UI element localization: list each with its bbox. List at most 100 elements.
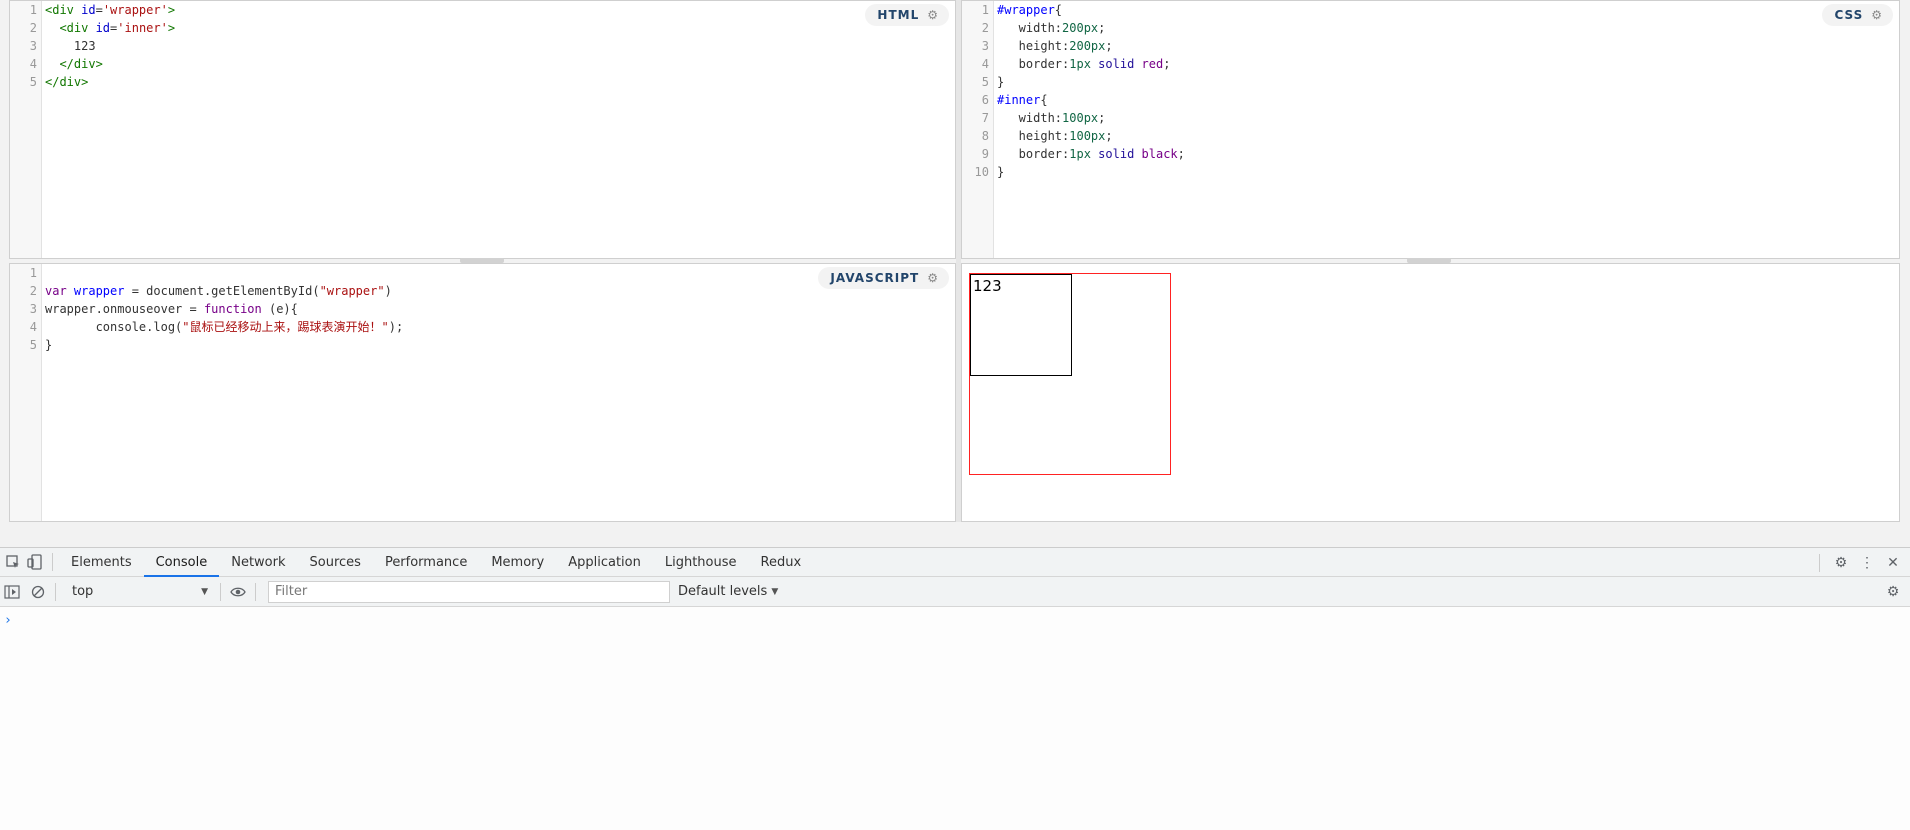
code-line[interactable]: 1 [10, 264, 955, 282]
code-line[interactable]: 5 </div> [10, 73, 955, 91]
tab-redux[interactable]: Redux [749, 548, 814, 577]
code-text[interactable]: } [45, 336, 52, 354]
gear-icon[interactable]: ⚙ [927, 8, 939, 22]
device-toolbar-icon[interactable] [24, 551, 46, 573]
tab-application[interactable]: Application [556, 548, 653, 577]
settings-gear-icon[interactable]: ⚙ [1830, 552, 1852, 574]
code-line[interactable]: 1 #wrapper{ [962, 1, 1899, 19]
code-line[interactable]: 8 height:100px; [962, 127, 1899, 145]
code-text[interactable]: #inner{ [997, 91, 1048, 109]
filter-input[interactable] [269, 581, 669, 602]
code-token: height: [997, 129, 1070, 143]
preview-inner-box[interactable]: 123 [970, 274, 1072, 376]
context-selector[interactable]: top ▼ [66, 581, 214, 603]
code-line[interactable]: 6 #inner{ [962, 91, 1899, 109]
code-line[interactable]: 4 console.log("鼠标已经移动上来，踢球表演开始！"); [10, 318, 955, 336]
code-token: = document.getElementById( [124, 284, 320, 298]
code-text[interactable]: width:100px; [997, 109, 1106, 127]
code-text[interactable]: height:200px; [997, 37, 1113, 55]
code-token: width: [997, 21, 1063, 35]
code-line[interactable]: 4 </div> [10, 55, 955, 73]
code-line[interactable]: 5} [10, 336, 955, 354]
console-settings-icon[interactable]: ⚙ [1882, 581, 1904, 603]
line-number: 4 [29, 57, 37, 71]
code-text[interactable]: <div id='wrapper'> [45, 1, 175, 19]
code-line[interactable]: 1 <div id='wrapper'> [10, 1, 955, 19]
preview-wrapper-box[interactable]: 123 [969, 273, 1171, 475]
toolbar-divider [55, 582, 56, 601]
code-text[interactable]: #wrapper{ [997, 1, 1062, 19]
javascript-settings-badge[interactable]: JAVASCRIPT ⚙ [818, 267, 949, 289]
tab-elements[interactable]: Elements [59, 548, 144, 577]
code-line[interactable]: 4 border:1px solid red; [962, 55, 1899, 73]
tab-lighthouse[interactable]: Lighthouse [653, 548, 749, 577]
code-line[interactable]: 5} [962, 73, 1899, 91]
code-text[interactable]: } [997, 73, 1004, 91]
inspect-element-icon[interactable] [2, 551, 24, 573]
code-token: } [997, 75, 1005, 89]
code-token: ; [1163, 57, 1171, 71]
right-resize-handle[interactable] [1407, 258, 1451, 263]
code-text[interactable]: 123 [45, 37, 96, 55]
code-text[interactable]: <div id='inner'> [45, 19, 175, 37]
code-token: ; [1098, 21, 1106, 35]
css-label: CSS [1834, 8, 1864, 22]
code-line[interactable]: 3 wrapper.onmouseover = function (e){ [10, 300, 955, 318]
gear-icon[interactable]: ⚙ [1871, 8, 1883, 22]
tab-console[interactable]: Console [143, 548, 220, 577]
vertical-splitter[interactable] [956, 0, 961, 522]
code-text[interactable]: </div> [45, 73, 88, 91]
code-text[interactable]: var wrapper = document.getElementById("w… [45, 282, 392, 300]
css-code[interactable]: 1 #wrapper{2 width:200px; 3 height:200px; 4… [962, 1, 1899, 181]
console-prompt[interactable]: › [4, 613, 12, 628]
html-code[interactable]: 1 <div id='wrapper'> 2 <div id='inner'> 3 1… [10, 1, 955, 91]
code-token: <div [45, 3, 82, 17]
log-levels-dropdown[interactable]: Default levels ▼ [678, 584, 778, 599]
code-token: 100px [1062, 111, 1099, 125]
code-line[interactable]: 3 123 [10, 37, 955, 55]
sidebar-toggle-icon[interactable] [1, 581, 23, 603]
code-text[interactable]: height:100px; [997, 127, 1113, 145]
filter-field[interactable] [268, 580, 670, 603]
code-token: <div [59, 21, 96, 35]
code-line[interactable]: 3 height:200px; [962, 37, 1899, 55]
code-text[interactable]: border:1px solid red; [997, 55, 1171, 73]
left-resize-handle[interactable] [460, 258, 504, 263]
code-text[interactable]: wrapper.onmouseover = function (e){ [45, 300, 298, 318]
code-line[interactable]: 2 var wrapper = document.getElementById("… [10, 282, 955, 300]
code-token: ; [1105, 129, 1113, 143]
code-text[interactable]: width:200px; [997, 19, 1106, 37]
code-text[interactable]: </div> [45, 55, 102, 73]
gear-icon[interactable]: ⚙ [927, 271, 939, 285]
clear-console-icon[interactable] [27, 581, 49, 603]
code-line[interactable]: 10} [962, 163, 1899, 181]
css-settings-badge[interactable]: CSS ⚙ [1822, 4, 1893, 26]
close-icon[interactable]: ✕ [1882, 552, 1904, 574]
tab-sources[interactable]: Sources [298, 548, 373, 577]
tab-memory[interactable]: Memory [479, 548, 556, 577]
javascript-code[interactable]: 1 2 var wrapper = document.getElementById(… [10, 264, 955, 354]
result-preview-pane[interactable]: 123 [961, 263, 1900, 522]
code-token: border: [997, 147, 1070, 161]
code-token: </div> [45, 75, 89, 89]
tab-network[interactable]: Network [219, 548, 297, 577]
more-options-icon[interactable]: ⋮ [1856, 552, 1878, 574]
eye-icon[interactable] [227, 581, 249, 603]
code-line[interactable]: 2 width:200px; [962, 19, 1899, 37]
html-editor-pane[interactable]: 1 <div id='wrapper'> 2 <div id='inner'> 3 1… [9, 0, 956, 259]
code-text[interactable]: border:1px solid black; [997, 145, 1185, 163]
code-line[interactable]: 9 border:1px solid black; [962, 145, 1899, 163]
devtools-tab-bar: Elements Console Network Sources Performance… [0, 547, 1910, 577]
tab-performance[interactable]: Performance [373, 548, 479, 577]
code-line[interactable]: 2 <div id='inner'> [10, 19, 955, 37]
code-text[interactable]: } [997, 163, 1004, 181]
html-settings-badge[interactable]: HTML ⚙ [865, 4, 949, 26]
line-number: 10 [974, 165, 989, 179]
line-number: 8 [981, 129, 989, 143]
css-editor-pane[interactable]: 1 #wrapper{2 width:200px; 3 height:200px; 4… [961, 0, 1900, 259]
code-token: height: [997, 39, 1070, 53]
code-line[interactable]: 7 width:100px; [962, 109, 1899, 127]
javascript-editor-pane[interactable]: 1 2 var wrapper = document.getElementById(… [9, 263, 956, 522]
code-text[interactable]: console.log("鼠标已经移动上来，踢球表演开始！"); [45, 318, 404, 336]
